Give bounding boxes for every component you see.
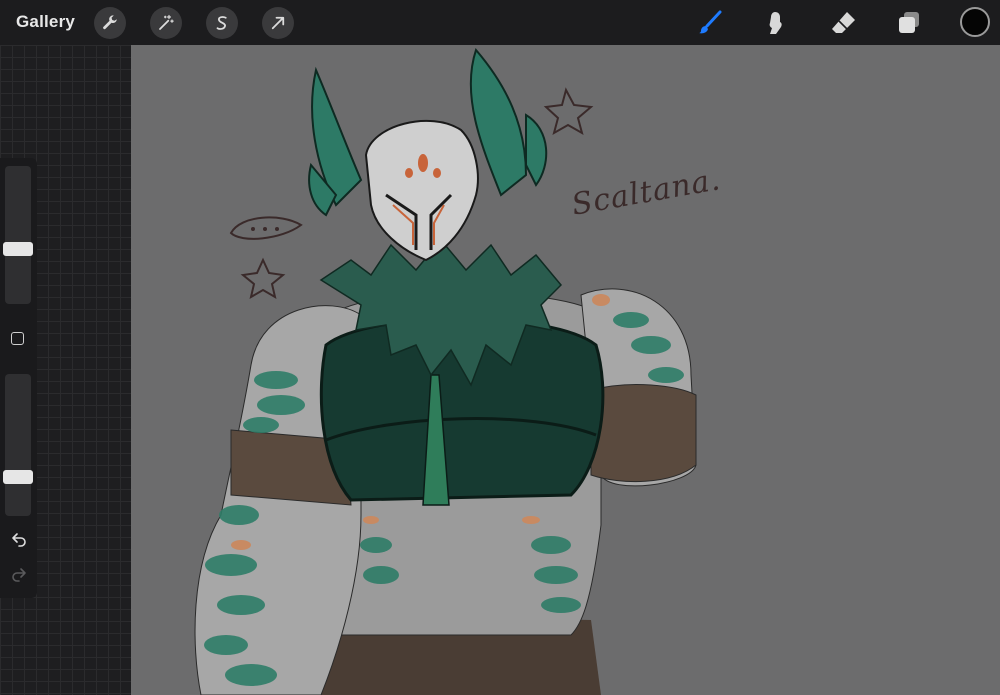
- actions-wrench-button[interactable]: [94, 7, 126, 39]
- selection-button[interactable]: [206, 7, 238, 39]
- eraser-icon: [832, 12, 855, 33]
- adjustments-button[interactable]: [150, 7, 182, 39]
- transform-arrow-icon: [271, 16, 285, 30]
- brush-size-thumb[interactable]: [3, 242, 33, 256]
- undo-icon: [12, 533, 26, 547]
- star-doodle-left: [240, 257, 286, 300]
- brush-tool-button[interactable]: [693, 7, 727, 39]
- selection-s-icon: [216, 16, 227, 30]
- modify-button[interactable]: [11, 332, 24, 345]
- redo-icon: [12, 568, 26, 582]
- wrench-icon: [103, 15, 117, 30]
- artwork: [194, 48, 697, 695]
- layers-button[interactable]: [892, 7, 926, 39]
- redo-button[interactable]: [9, 565, 29, 583]
- right-arm-band: [590, 384, 697, 482]
- smudge-tool-button[interactable]: [758, 7, 792, 39]
- brush-icon: [699, 10, 722, 34]
- transform-button[interactable]: [262, 7, 294, 39]
- brush-size-slider[interactable]: [3, 166, 33, 304]
- helmet-gem: [418, 154, 428, 172]
- right-horn: [469, 48, 528, 197]
- gallery-button[interactable]: Gallery: [16, 12, 75, 32]
- drawing-canvas[interactable]: Scaltana.: [131, 45, 1000, 695]
- sidebar: [0, 158, 37, 598]
- smudge-icon: [769, 12, 782, 34]
- undo-button[interactable]: [9, 530, 29, 548]
- color-picker-button[interactable]: [960, 7, 990, 37]
- helmet: [364, 119, 479, 262]
- opacity-slider[interactable]: [3, 374, 33, 516]
- opacity-thumb[interactable]: [3, 470, 33, 484]
- top-toolbar: Gallery: [0, 0, 1000, 45]
- magic-wand-icon: [159, 14, 174, 30]
- eraser-tool-button[interactable]: [826, 7, 860, 39]
- star-doodle-top: [543, 87, 594, 136]
- layers-icon: [899, 12, 919, 33]
